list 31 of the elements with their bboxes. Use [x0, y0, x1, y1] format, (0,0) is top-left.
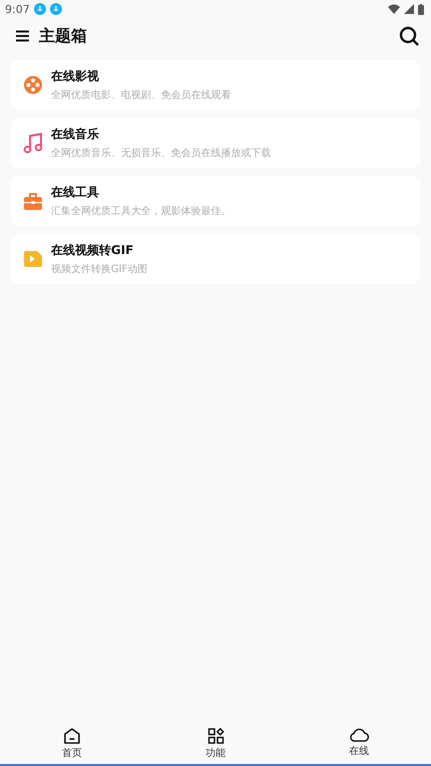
feature-card[interactable]: 在线音乐 全网优质音乐、无损音乐、免会员在线播放或下载	[11, 118, 420, 168]
card-title: 在线音乐	[51, 126, 100, 143]
status-time: 9:07	[5, 2, 30, 16]
nav-tab[interactable]: 首页	[0, 726, 144, 764]
film-reel-icon	[23, 75, 43, 95]
nav-tab[interactable]: 在线	[287, 726, 431, 764]
apps-grid-icon	[208, 728, 224, 744]
feature-card[interactable]: 在线视频转GIF 视频文件转换GIF动图	[11, 234, 420, 284]
toolbox-icon	[24, 192, 42, 210]
search-icon[interactable]	[399, 26, 419, 46]
battery-icon	[418, 4, 424, 14]
feature-card[interactable]: 在线影视 全网优质电影、电视剧、免会员在线观看	[11, 60, 420, 110]
wifi-icon	[388, 4, 400, 14]
card-description: 汇集全网优质工具大全，观影体验最佳。	[51, 204, 231, 218]
card-title: 在线工具	[51, 184, 100, 201]
signal-icon	[404, 4, 414, 14]
notification-icon	[50, 3, 62, 15]
card-title: 在线视频转GIF	[51, 242, 135, 259]
notification-icon	[34, 3, 46, 15]
home-icon	[64, 728, 80, 744]
card-description: 视频文件转换GIF动图	[51, 262, 148, 276]
app-title: 主题箱	[39, 26, 87, 46]
card-description: 全网优质电影、电视剧、免会员在线观看	[51, 88, 231, 102]
menu-icon[interactable]	[16, 30, 29, 42]
card-title: 在线影视	[51, 68, 100, 85]
feature-card[interactable]: 在线工具 汇集全网优质工具大全，观影体验最佳。	[11, 176, 420, 226]
cloud-icon	[349, 728, 370, 742]
card-description: 全网优质音乐、无损音乐、免会员在线播放或下载	[51, 146, 271, 160]
video-icon	[24, 251, 42, 267]
music-note-icon	[23, 132, 43, 154]
nav-tab[interactable]: 功能	[144, 726, 288, 764]
